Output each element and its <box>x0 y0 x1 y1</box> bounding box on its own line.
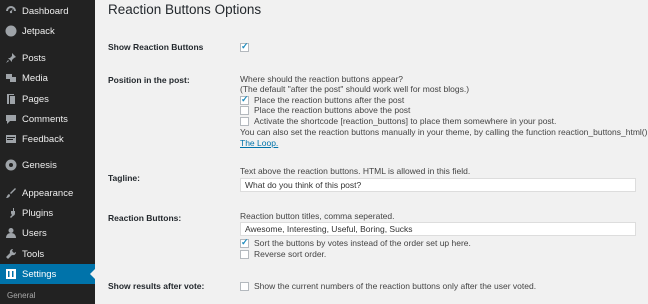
above-post-label: Place the reaction buttons above the pos… <box>254 105 411 115</box>
manual-placement-note: You can also set the reaction buttons ma… <box>240 127 648 137</box>
position-label: Position in the post: <box>108 75 190 85</box>
sidebar-item-feedback[interactable]: Feedback <box>0 129 95 149</box>
results-after-vote-checkbox[interactable] <box>240 282 249 291</box>
sidebar-item-users[interactable]: Users <box>0 223 95 243</box>
sidebar-item-plugins[interactable]: Plugins <box>0 203 95 223</box>
show-buttons-checkbox[interactable] <box>240 41 249 52</box>
after-post-checkbox[interactable] <box>240 94 249 105</box>
sidebar-item-label: Jetpack <box>22 25 55 37</box>
sidebar-item-posts[interactable]: Posts <box>0 48 95 68</box>
submenu-item-general[interactable]: General <box>7 291 35 300</box>
sidebar-item-label: Pages <box>22 93 49 105</box>
tagline-input[interactable]: What do you think of this post? <box>240 178 636 192</box>
feedback-icon <box>4 132 18 146</box>
tagline-label: Tagline: <box>108 173 140 183</box>
results-after-vote-option-label: Show the current numbers of the reaction… <box>254 281 537 291</box>
sidebar-item-media[interactable]: Media <box>0 68 95 88</box>
sidebar-item-label: Appearance <box>22 187 74 199</box>
plugins-icon <box>4 206 18 220</box>
tools-wrench-icon <box>4 247 18 261</box>
dashboard-icon <box>4 4 18 18</box>
sidebar-item-label: Genesis <box>22 159 57 171</box>
sidebar-item-label: Dashboard <box>22 5 69 17</box>
the-loop-link[interactable]: The Loop. <box>240 138 278 148</box>
genesis-icon <box>4 158 18 172</box>
sidebar-item-pages[interactable]: Pages <box>0 89 95 109</box>
sidebar-item-tools[interactable]: Tools <box>0 244 95 264</box>
sidebar-item-label: Posts <box>22 52 46 64</box>
reaction-buttons-label: Reaction Buttons: <box>108 213 182 223</box>
sidebar-item-label: Tools <box>22 248 45 260</box>
shortcode-label: Activate the shortcode [reaction_buttons… <box>254 116 557 126</box>
position-desc-default: (The default "after the post" should wor… <box>240 84 470 94</box>
sidebar-item-label: Feedback <box>22 133 64 145</box>
sidebar-item-dashboard[interactable]: Dashboard <box>0 1 95 21</box>
sidebar-item-appearance[interactable]: Appearance <box>0 183 95 203</box>
jetpack-icon <box>4 24 18 38</box>
appearance-brush-icon <box>4 186 18 200</box>
reaction-buttons-desc: Reaction button titles, comma seperated. <box>240 211 395 221</box>
sort-by-votes-label: Sort the buttons by votes instead of the… <box>254 238 471 248</box>
sidebar-item-label: Comments <box>22 113 68 125</box>
sidebar-item-label: Settings <box>22 268 57 280</box>
admin-sidebar: Dashboard Jetpack Posts Media Pages Comm… <box>0 0 95 304</box>
sidebar-item-settings[interactable]: Settings <box>0 264 95 284</box>
tagline-desc: Text above the reaction buttons. HTML is… <box>240 166 471 176</box>
sidebar-item-genesis[interactable]: Genesis <box>0 155 95 175</box>
settings-icon <box>4 267 18 281</box>
show-buttons-label: Show Reaction Buttons <box>108 42 204 52</box>
sort-by-votes-checkbox[interactable] <box>240 237 249 248</box>
settings-content: Reaction Buttons Options Show Reaction B… <box>95 0 648 304</box>
reverse-sort-label: Reverse sort order. <box>254 249 327 259</box>
users-icon <box>4 226 18 240</box>
pages-icon <box>4 92 18 106</box>
page-title: Reaction Buttons Options <box>108 2 262 17</box>
sidebar-item-comments[interactable]: Comments <box>0 109 95 129</box>
comments-icon <box>4 112 18 126</box>
reaction-buttons-input[interactable]: Awesome, Interesting, Useful, Boring, Su… <box>240 222 636 236</box>
position-desc: Where should the reaction buttons appear… <box>240 74 404 84</box>
media-icon <box>4 71 18 85</box>
shortcode-checkbox[interactable] <box>240 117 249 126</box>
above-post-checkbox[interactable] <box>240 106 249 115</box>
sidebar-item-label: Media <box>22 72 48 84</box>
sidebar-item-jetpack[interactable]: Jetpack <box>0 21 95 41</box>
after-post-label: Place the reaction buttons after the pos… <box>254 95 405 105</box>
sidebar-item-label: Users <box>22 227 47 239</box>
sidebar-item-label: Plugins <box>22 207 54 219</box>
results-after-vote-label: Show results after vote: <box>108 281 205 291</box>
posts-pin-icon <box>4 51 18 65</box>
reverse-sort-checkbox[interactable] <box>240 250 249 259</box>
